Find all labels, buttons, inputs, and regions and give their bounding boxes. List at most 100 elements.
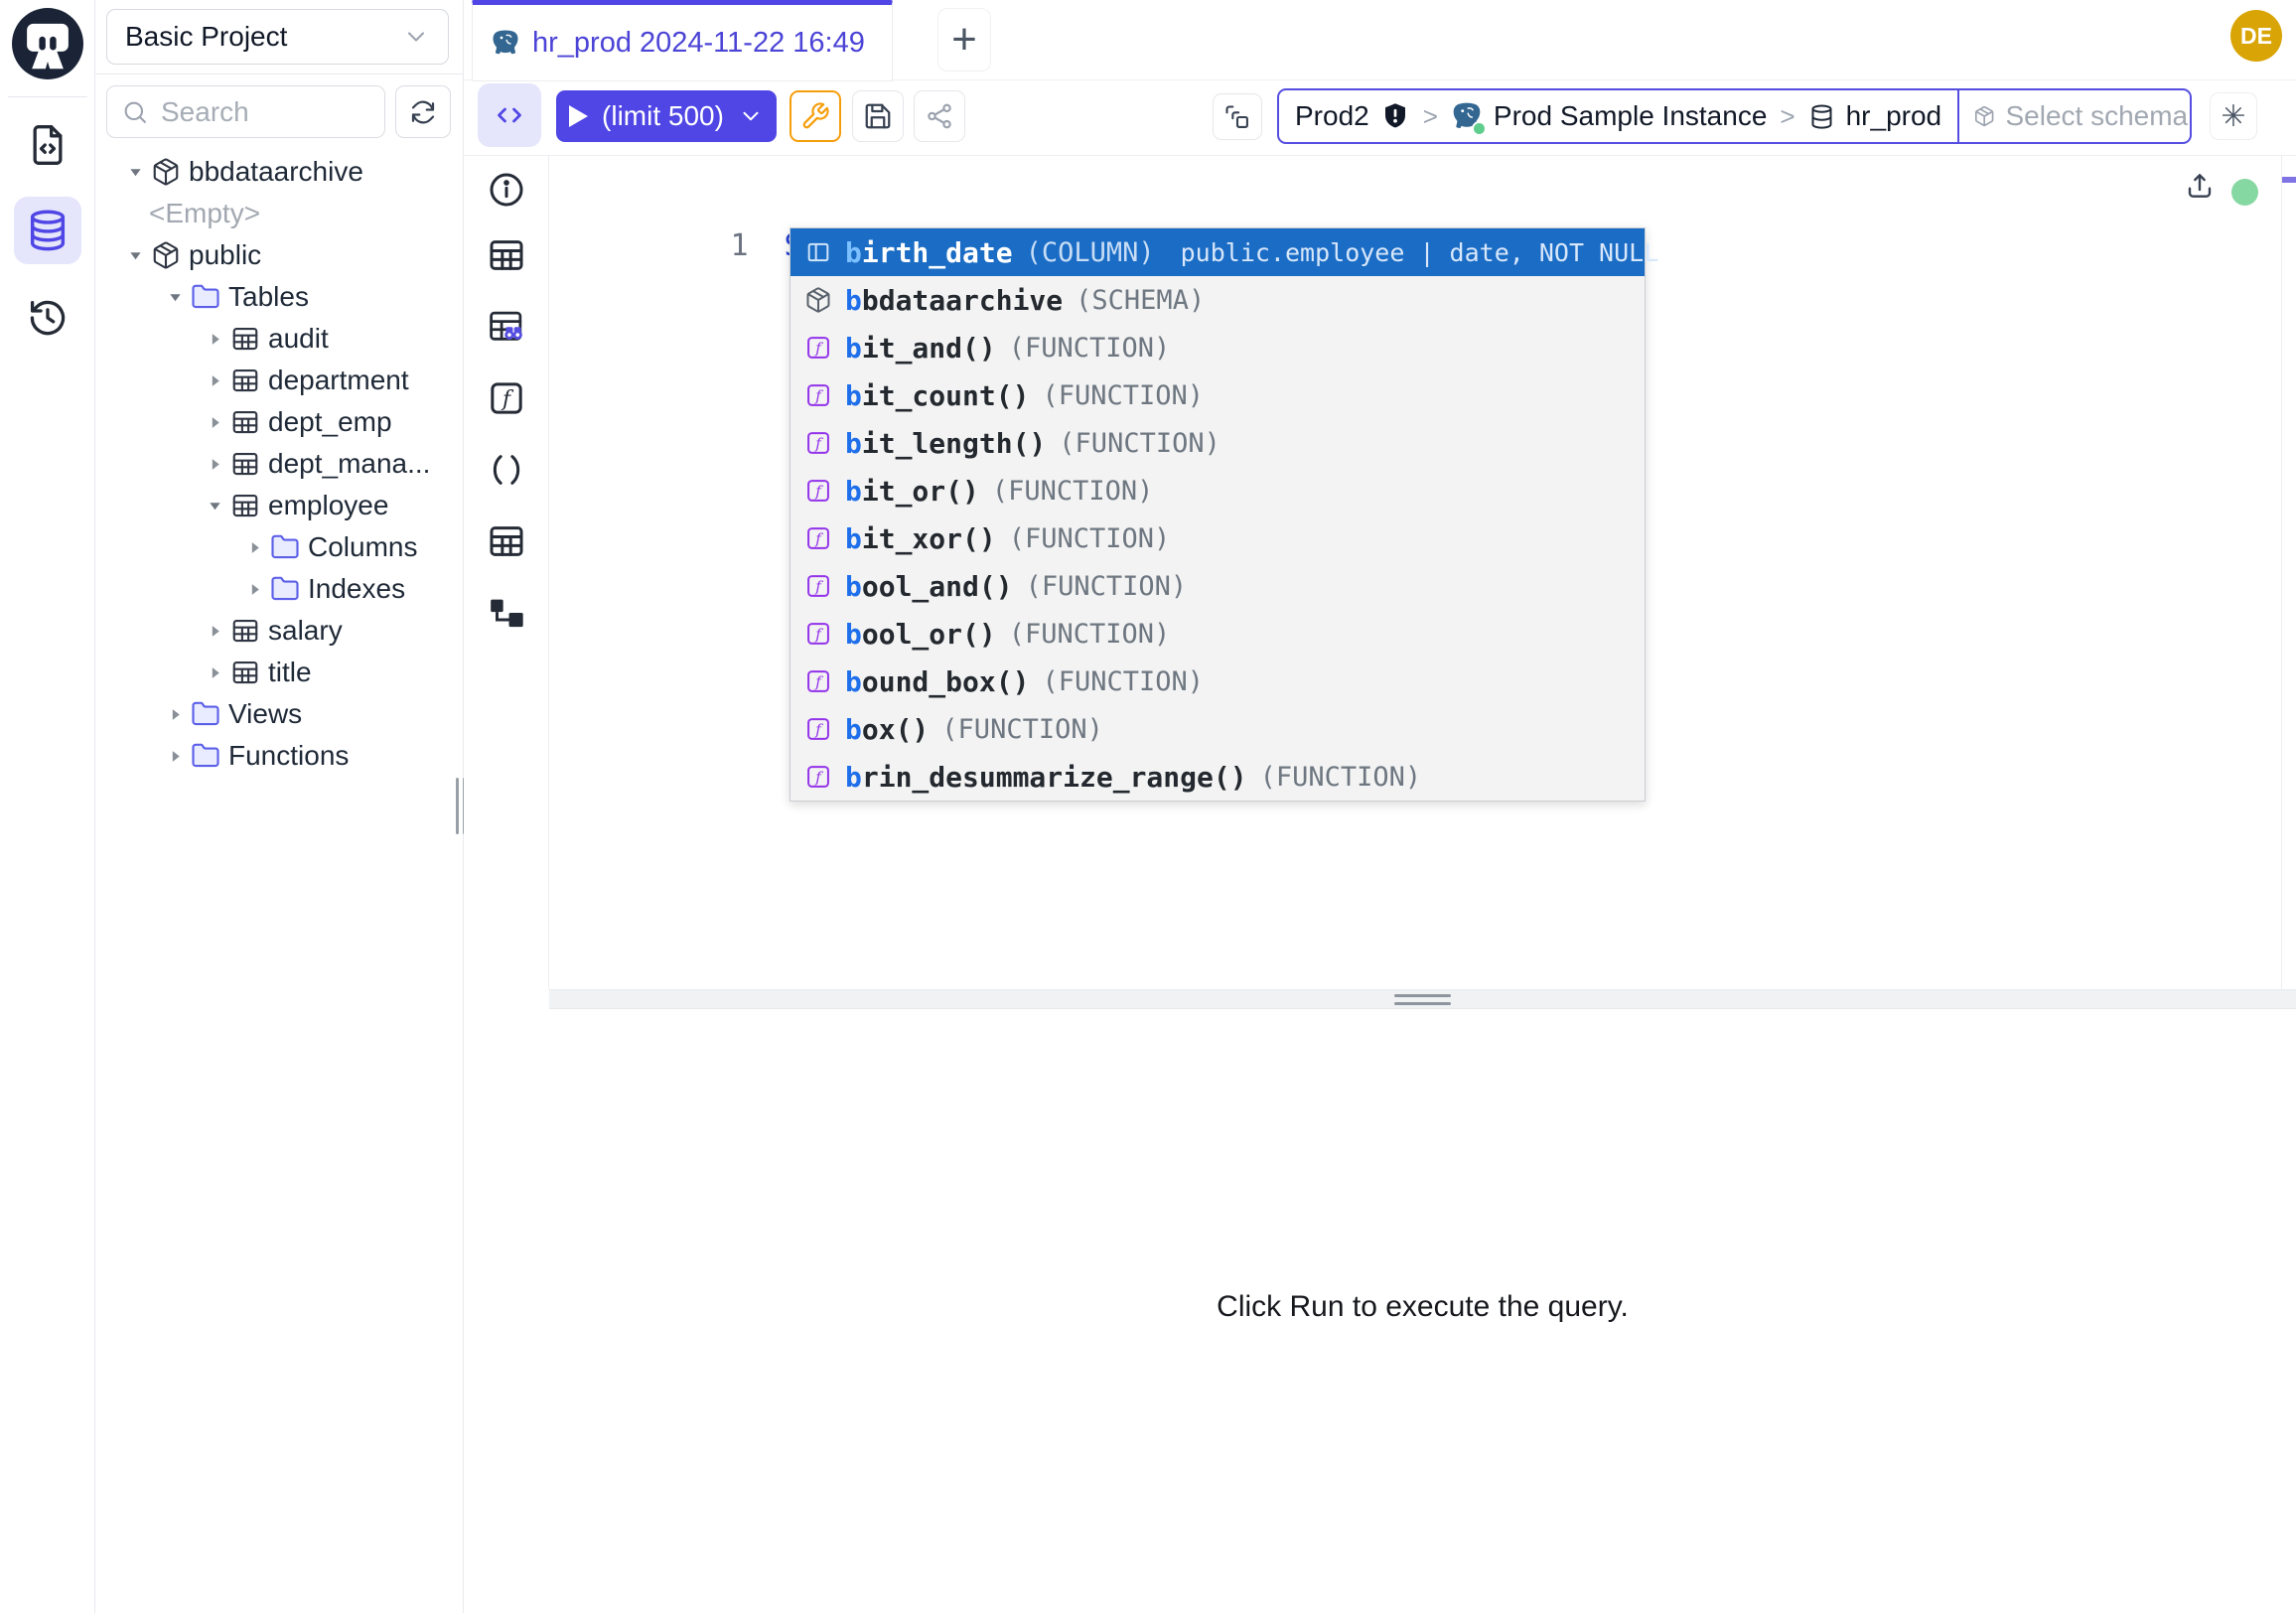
chevron-right-icon[interactable] [201,450,228,478]
refresh-icon [408,97,438,127]
column-icon [804,238,832,266]
table-panel-icon[interactable] [487,235,526,275]
suggestion-bit_length[interactable]: fbit_length()(FUNCTION) [790,419,1645,467]
batch-query-button[interactable] [1213,93,1262,140]
upload-sheet-icon[interactable] [2184,170,2216,202]
chevron-right-icon[interactable] [161,700,189,728]
tree-item-tables[interactable]: Tables [95,276,463,318]
function-panel-icon[interactable]: f [487,378,526,418]
schema-placeholder: Select schema [2005,100,2188,132]
schema-selector[interactable]: Select schema [1957,90,2202,142]
tree-item-public[interactable]: public [95,234,463,276]
tree-item-functions[interactable]: Functions [95,735,463,777]
play-icon [569,105,588,127]
tab-title: hr_prod 2024-11-22 16:49 [532,27,865,60]
search-box[interactable] [106,85,385,138]
project-selector[interactable]: Basic Project [106,9,449,65]
chevron-right-icon[interactable] [201,408,228,436]
suggestion-bit_or[interactable]: fbit_or()(FUNCTION) [790,467,1645,514]
folder-icon [270,574,300,604]
chevron-right-icon[interactable] [201,367,228,394]
table-search-icon[interactable] [487,307,526,347]
chevron-down-icon[interactable] [121,241,149,269]
worksheet-icon[interactable] [26,123,70,167]
tab-bar: hr_prod 2024-11-22 16:49 + [464,0,2296,80]
tree-item-dept-mana[interactable]: dept_mana... [95,443,463,485]
table-icon [230,616,260,646]
chevron-right-icon[interactable] [161,742,189,770]
sql-editor-area[interactable]: f 1SELECT birth_date FROM public.employe… [464,156,2296,989]
search-icon [121,98,149,126]
suggestion-brin_desummarize_range[interactable]: fbrin_desummarize_range()(FUNCTION) [790,753,1645,801]
svg-text:f: f [814,386,823,404]
svg-text:f: f [814,672,823,690]
table-grid-icon[interactable] [487,521,526,561]
tree-item-dept-emp[interactable]: dept_emp [95,401,463,443]
editor-overview-ruler[interactable] [2281,156,2296,989]
format-sql-button[interactable] [789,90,841,142]
chevron-right-icon[interactable] [201,325,228,353]
tree-item-salary[interactable]: salary [95,610,463,652]
chevron-right-icon[interactable] [240,533,268,561]
tree-item-title[interactable]: title [95,652,463,693]
code-view-toggle[interactable] [478,83,541,147]
schema-diagram-icon[interactable] [487,593,526,633]
suggestion-kind: (SCHEMA) [1076,285,1205,316]
chevron-right-icon[interactable] [201,617,228,645]
chevron-down-icon [402,23,430,51]
tree-item-label: public [189,239,261,271]
chevron-right-icon[interactable] [201,659,228,686]
suggestion-birth_date[interactable]: birth_date(COLUMN)public.employee | date… [790,228,1645,276]
share-button[interactable] [914,90,965,142]
folder-icon [191,699,220,729]
function-icon: f [804,429,832,457]
editor-side-strip: f [464,156,549,989]
user-avatar[interactable]: DE [2230,10,2282,62]
suggestion-bound_box[interactable]: fbound_box()(FUNCTION) [790,658,1645,705]
suggestion-box[interactable]: fbox()(FUNCTION) [790,705,1645,753]
ai-assistant-button[interactable]: ✳ [2210,92,2257,140]
info-icon[interactable] [487,170,526,210]
instance-label: Prod Sample Instance [1494,100,1768,132]
tree-item-employee[interactable]: employee [95,485,463,526]
tree-item-bbdataarchive[interactable]: bbdataarchive [95,151,463,193]
tab-hr-prod[interactable]: hr_prod 2024-11-22 16:49 [472,0,893,81]
suggestion-bit_and[interactable]: fbit_and()(FUNCTION) [790,324,1645,371]
suggestion-kind: (FUNCTION) [1009,333,1171,364]
save-button[interactable] [852,90,904,142]
new-tab-button[interactable]: + [937,8,991,72]
refresh-button[interactable] [395,85,451,138]
tree-item-label: Indexes [308,573,405,605]
suggestion-bit_count[interactable]: fbit_count()(FUNCTION) [790,371,1645,419]
tree-item-label: Tables [228,281,309,313]
tree-item-views[interactable]: Views [95,693,463,735]
bytebase-logo-icon[interactable] [12,8,83,79]
suggestion-bool_and[interactable]: fbool_and()(FUNCTION) [790,562,1645,610]
code-line[interactable]: 1SELECT birth_date FROM public.employee; [549,181,1484,224]
suggestion-kind: (FUNCTION) [1042,666,1204,697]
connection-status-dot [2231,179,2258,206]
batch-query-icon [1223,103,1251,131]
chevron-down-icon[interactable] [121,158,149,186]
chevron-down-icon[interactable] [161,283,189,311]
parentheses-icon[interactable] [487,450,526,490]
function-icon: f [804,715,832,743]
search-input[interactable] [161,96,350,128]
tree-item-audit[interactable]: audit [95,318,463,360]
tree-item-empty[interactable]: <Empty> [95,193,463,234]
suggestion-bool_or[interactable]: fbool_or()(FUNCTION) [790,610,1645,658]
rail-divider [8,96,87,97]
suggestion-bbdataarchive[interactable]: bbdataarchive(SCHEMA) [790,276,1645,324]
panel-splitter[interactable] [549,989,2296,1009]
chevron-down-icon[interactable] [201,492,228,519]
suggestion-kind: (FUNCTION) [1059,428,1220,459]
history-icon[interactable] [26,296,70,340]
tree-item-department[interactable]: department [95,360,463,401]
connection-selector[interactable]: Prod2 > Prod Sample Instance > hr_prod [1279,90,1957,142]
run-button[interactable]: (limit 500) [556,90,777,142]
tree-item-indexes[interactable]: Indexes [95,568,463,610]
suggestion-bit_xor[interactable]: fbit_xor()(FUNCTION) [790,514,1645,562]
database-icon[interactable] [25,208,71,253]
chevron-right-icon[interactable] [240,575,268,603]
tree-item-columns[interactable]: Columns [95,526,463,568]
